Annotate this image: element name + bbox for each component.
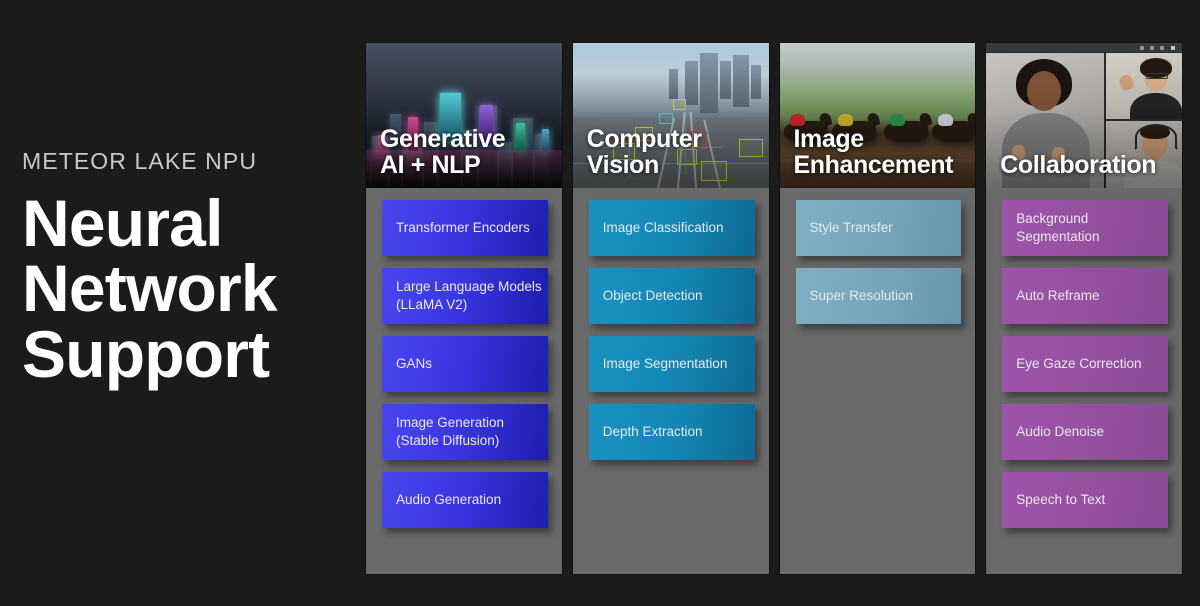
feature-card-label: Image Segmentation — [603, 355, 728, 373]
feature-card[interactable]: Speech to Text — [1002, 472, 1168, 528]
feature-card[interactable]: Super Resolution — [796, 268, 962, 324]
feature-card[interactable]: Audio Generation — [382, 472, 548, 528]
column-title-line: AI + NLP — [380, 152, 554, 179]
column-title-line: Collaboration — [1000, 152, 1174, 179]
headline-line-1: Neural — [22, 191, 352, 256]
page-title: Neural Network Support — [22, 191, 352, 387]
column-image-enhancement[interactable]: Image Enhancement Style Transfer Super R… — [780, 43, 976, 574]
column-body-generative-ai-nlp: Transformer Encoders Large Language Mode… — [366, 188, 562, 574]
column-body-computer-vision: Image Classification Object Detection Im… — [573, 188, 769, 574]
feature-card-label: Object Detection — [603, 287, 703, 305]
column-title-line: Computer — [587, 126, 761, 153]
column-header-computer-vision: Computer Vision — [573, 43, 769, 188]
feature-card-label: Speech to Text — [1016, 491, 1105, 509]
feature-card-label: Background Segmentation — [1016, 210, 1168, 245]
feature-card-label: Image Generation (Stable Diffusion) — [396, 414, 548, 449]
headline-line-3: Support — [22, 322, 352, 387]
feature-card[interactable]: Image Segmentation — [589, 336, 755, 392]
category-columns: Generative AI + NLP Transformer Encoders… — [366, 43, 1182, 574]
feature-card-label: Style Transfer — [810, 219, 893, 237]
column-title-collaboration: Collaboration — [1000, 152, 1174, 179]
headline-line-2: Network — [22, 256, 352, 321]
column-generative-ai-nlp[interactable]: Generative AI + NLP Transformer Encoders… — [366, 43, 562, 574]
feature-card-label: GANs — [396, 355, 432, 373]
column-title-generative-ai-nlp: Generative AI + NLP — [380, 126, 554, 180]
title-block: METEOR LAKE NPU Neural Network Support — [22, 150, 352, 387]
feature-card[interactable]: Image Generation (Stable Diffusion) — [382, 404, 548, 460]
column-collaboration[interactable]: Collaboration Background Segmentation Au… — [986, 43, 1182, 574]
feature-card[interactable]: Eye Gaze Correction — [1002, 336, 1168, 392]
feature-card[interactable]: Image Classification — [589, 200, 755, 256]
feature-card-label: Large Language Models (LLaMA V2) — [396, 278, 548, 313]
column-body-image-enhancement: Style Transfer Super Resolution — [780, 188, 976, 574]
column-computer-vision[interactable]: Computer Vision Image Classification Obj… — [573, 43, 769, 574]
feature-card[interactable]: Transformer Encoders — [382, 200, 548, 256]
feature-card[interactable]: Depth Extraction — [589, 404, 755, 460]
feature-card[interactable]: Object Detection — [589, 268, 755, 324]
feature-card[interactable]: Auto Reframe — [1002, 268, 1168, 324]
feature-card-label: Image Classification — [603, 219, 724, 237]
feature-card-label: Depth Extraction — [603, 423, 703, 441]
column-title-computer-vision: Computer Vision — [587, 126, 761, 180]
feature-card-label: Audio Denoise — [1016, 423, 1104, 441]
column-title-line: Generative — [380, 126, 554, 153]
feature-card-label: Auto Reframe — [1016, 287, 1099, 305]
column-header-image-enhancement: Image Enhancement — [780, 43, 976, 188]
feature-card[interactable]: Background Segmentation — [1002, 200, 1168, 256]
column-title-line: Image — [794, 126, 968, 153]
column-title-line: Vision — [587, 152, 761, 179]
feature-card[interactable]: Large Language Models (LLaMA V2) — [382, 268, 548, 324]
column-header-generative-ai-nlp: Generative AI + NLP — [366, 43, 562, 188]
feature-card-label: Super Resolution — [810, 287, 914, 305]
feature-card[interactable]: Audio Denoise — [1002, 404, 1168, 460]
feature-card[interactable]: GANs — [382, 336, 548, 392]
feature-card-label: Transformer Encoders — [396, 219, 530, 237]
column-body-collaboration: Background Segmentation Auto Reframe Eye… — [986, 188, 1182, 574]
feature-card-label: Eye Gaze Correction — [1016, 355, 1141, 373]
feature-card-label: Audio Generation — [396, 491, 501, 509]
eyebrow-label: METEOR LAKE NPU — [22, 150, 352, 173]
feature-card[interactable]: Style Transfer — [796, 200, 962, 256]
slide-canvas: METEOR LAKE NPU Neural Network Support — [0, 0, 1200, 606]
column-title-image-enhancement: Image Enhancement — [794, 126, 968, 180]
column-header-collaboration: Collaboration — [986, 43, 1182, 188]
column-title-line: Enhancement — [794, 152, 968, 179]
